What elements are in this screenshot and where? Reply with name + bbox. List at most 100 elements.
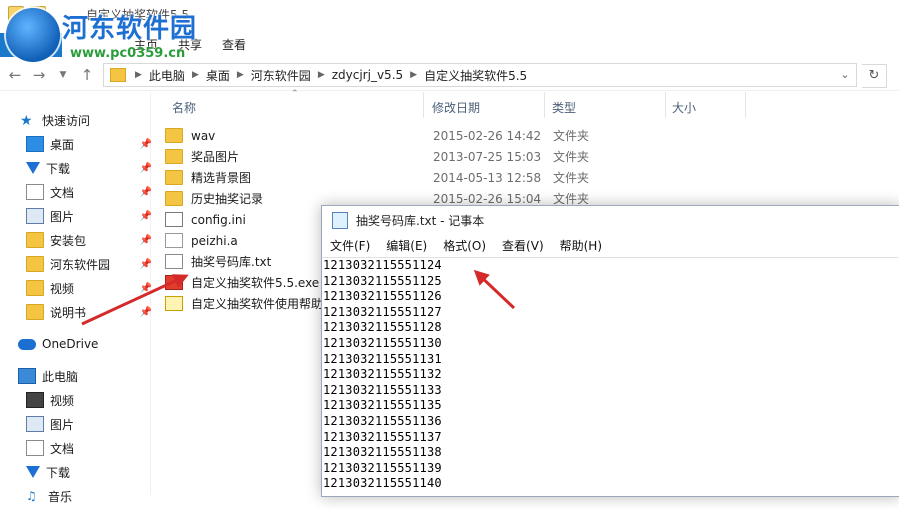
address-bar[interactable]: ▶ 此电脑 ▶ 桌面 ▶ 河东软件园 ▶ zdycjrj_v5.5 ▶ 自定义抽… (103, 63, 857, 87)
nav-label: 下载 (46, 161, 71, 176)
nav-label: 安装包 (50, 233, 87, 248)
window-titlebar: 自定义抽奖软件5.5 (0, 0, 899, 32)
breadcrumb-item[interactable]: 自定义抽奖软件5.5 (420, 67, 531, 84)
folder-icon (26, 304, 44, 320)
nav-label: 图片 (50, 209, 75, 224)
nav-label: 视频 (50, 281, 75, 296)
notepad-titlebar[interactable]: 抽奖号码库.txt - 记事本 (322, 206, 899, 234)
text-line: 1213032115551127 (323, 304, 442, 319)
folder-icon (165, 128, 183, 143)
back-arrow-icon[interactable]: ← (6, 66, 24, 84)
text-line: 1213032115551125 (323, 273, 442, 288)
text-line: 1213032115551133 (323, 382, 442, 397)
document-icon (26, 440, 44, 456)
file-type: 文件夹 (553, 171, 590, 185)
file-icon (165, 233, 183, 248)
text-line: 1213032115551132 (323, 367, 442, 382)
column-divider[interactable] (665, 92, 666, 118)
folder-icon (165, 149, 183, 164)
column-header: ⌃ 名称 修改日期 类型 大小 (151, 89, 899, 118)
nav-label: 音乐 (48, 489, 73, 504)
menu-help[interactable]: 帮助(H) (552, 237, 610, 254)
file-name: wav (191, 128, 216, 143)
file-date: 2015-02-26 14:42 (433, 128, 542, 143)
document-icon (26, 184, 44, 200)
notepad-icon (332, 211, 348, 229)
up-arrow-icon[interactable]: ↑ (78, 66, 96, 84)
music-icon: ♫ (26, 489, 37, 503)
tab-home[interactable]: 主页 (124, 33, 168, 57)
notepad-menubar: 文件(F) 编辑(E) 格式(O) 查看(V) 帮助(H) (322, 234, 899, 256)
navigation-pane: ★ 快速访问 桌面 📌 下载 📌 文档 📌 图片 📌 安装包 📌 河东软件园 📌… (0, 92, 152, 504)
nav-label: 图片 (50, 417, 75, 432)
file-row[interactable]: 奖品图片 2013-07-25 15:03 文件夹 (165, 146, 885, 167)
refresh-icon[interactable]: ↻ (862, 64, 887, 88)
text-line: 1213032115551137 (323, 429, 442, 444)
folder-icon (26, 256, 44, 272)
new-folder-icon[interactable] (30, 6, 46, 22)
forward-arrow-icon[interactable]: → (30, 66, 48, 84)
column-divider[interactable] (745, 92, 746, 118)
file-name: 奖品图片 (191, 150, 240, 164)
recent-chevron-down-icon[interactable]: ▼ (54, 66, 72, 84)
notepad-text-area[interactable]: 1213032115551124 1213032115551125 121303… (322, 257, 898, 496)
breadcrumb-item[interactable]: zdycjrj_v5.5 (328, 68, 407, 82)
nav-label: OneDrive (42, 337, 99, 351)
text-line: 1213032115551131 (323, 351, 442, 366)
nav-label: 说明书 (50, 305, 87, 320)
file-date: 2015-02-26 15:04 (433, 191, 542, 206)
address-row: ← → ▼ ↑ ▶ 此电脑 ▶ 桌面 ▶ 河东软件园 ▶ zdycjrj_v5.… (0, 60, 899, 91)
menu-file[interactable]: 文件(F) (322, 237, 378, 254)
chevron-right-icon: ▶ (135, 70, 142, 80)
folder-icon (165, 170, 183, 185)
column-type[interactable]: 类型 (552, 99, 576, 116)
nav-quick-access[interactable]: ★ 快速访问 (20, 108, 166, 132)
folder-icon (26, 280, 44, 296)
notepad-window: 抽奖号码库.txt - 记事本 文件(F) 编辑(E) 格式(O) 查看(V) … (321, 205, 899, 497)
menu-edit[interactable]: 编辑(E) (378, 237, 435, 254)
picture-icon (26, 416, 44, 432)
column-divider[interactable] (544, 92, 545, 118)
folder-icon[interactable] (8, 6, 24, 22)
chevron-right-icon: ▶ (191, 70, 199, 80)
text-line: 1213032115551126 (323, 289, 442, 304)
file-row[interactable]: 精选背景图 2014-05-13 12:58 文件夹 (165, 167, 885, 188)
text-line: 1213032115551136 (323, 414, 442, 428)
nav-label: 文档 (50, 441, 75, 456)
column-name[interactable]: 名称 (172, 99, 196, 116)
text-line: 1213032115551140 (323, 476, 442, 491)
menu-format[interactable]: 格式(O) (435, 237, 494, 254)
breadcrumb-item[interactable]: 河东软件园 (247, 67, 315, 84)
ini-file-icon (165, 212, 183, 227)
menu-view[interactable]: 查看(V) (494, 237, 552, 254)
text-line: 1213032115551124 (323, 258, 442, 272)
breadcrumb-item[interactable]: 此电脑 (145, 67, 189, 84)
file-name: 精选背景图 (191, 171, 252, 185)
nav-onedrive[interactable]: OneDrive (18, 332, 164, 356)
column-divider[interactable] (423, 92, 424, 118)
breadcrumb-item[interactable]: 桌面 (202, 67, 234, 84)
chevron-right-icon: ▶ (410, 70, 418, 80)
text-line: 1213032115551135 (323, 398, 442, 413)
file-date: 2014-05-13 12:58 (433, 170, 542, 185)
folder-icon (26, 232, 44, 248)
quick-access-toolbar (8, 6, 46, 22)
folder-icon (165, 191, 183, 206)
computer-icon (18, 368, 36, 384)
file-type: 文件夹 (553, 150, 590, 164)
window-title: 自定义抽奖软件5.5 (86, 8, 190, 22)
nav-label: 下载 (46, 465, 71, 480)
tab-share[interactable]: 共享 (168, 33, 212, 57)
file-row[interactable]: wav 2015-02-26 14:42 文件夹 (165, 125, 885, 146)
nav-label: 此电脑 (42, 369, 79, 384)
tab-view[interactable]: 查看 (212, 33, 256, 57)
text-line: 1213032115551130 (323, 336, 442, 350)
column-size[interactable]: 大小 (672, 99, 696, 116)
tab-file[interactable]: 文件 (0, 33, 62, 57)
text-line: 1213032115551139 (323, 460, 442, 475)
nav-this-pc[interactable]: 此电脑 (18, 364, 164, 388)
column-date[interactable]: 修改日期 (432, 99, 480, 116)
desktop-icon (26, 136, 44, 152)
address-dropdown-chevron-icon[interactable]: ⌄ (838, 66, 852, 84)
onedrive-icon (18, 338, 36, 350)
